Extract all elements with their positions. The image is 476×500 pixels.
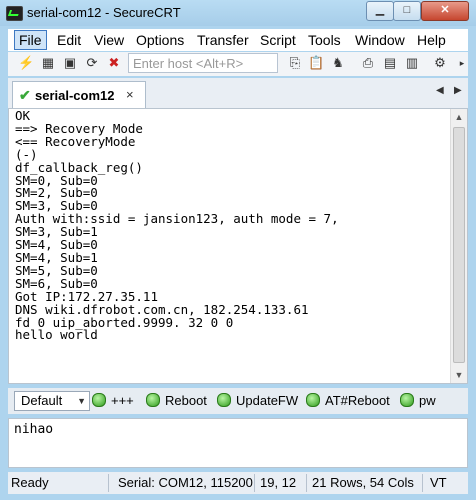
close-button[interactable]: ✕ xyxy=(421,1,469,21)
connect-tab-icon[interactable]: ▣ xyxy=(62,55,78,71)
session-tab-strip: ✔ serial-com12 × ◀ ▶ xyxy=(8,78,468,109)
vertical-scrollbar[interactable]: ▲ ▼ xyxy=(450,109,467,383)
green-dot-icon xyxy=(92,393,106,407)
scroll-up-icon[interactable]: ▲ xyxy=(451,109,467,125)
tab-prev-icon[interactable]: ◀ xyxy=(436,85,444,96)
button-label: UpdateFW xyxy=(236,393,299,408)
menu-options[interactable]: Options xyxy=(132,31,188,49)
scroll-down-icon[interactable]: ▼ xyxy=(451,367,467,383)
status-divider xyxy=(306,474,307,492)
status-divider xyxy=(108,474,109,492)
print-icon[interactable]: ⎙ xyxy=(360,55,376,71)
find-icon[interactable]: ♞ xyxy=(330,55,346,71)
status-serial: Serial: COM12, 115200 xyxy=(118,475,253,490)
button-pw[interactable]: pw xyxy=(400,391,436,411)
button-reboot[interactable]: Reboot xyxy=(146,391,207,411)
menu-transfer[interactable]: Transfer xyxy=(193,31,253,49)
command-window-text: nihao xyxy=(14,422,54,437)
minimize-button[interactable]: ▁ xyxy=(366,1,394,21)
menu-tools[interactable]: Tools xyxy=(304,31,345,49)
command-window[interactable]: nihao xyxy=(8,418,468,468)
green-dot-icon xyxy=(400,393,414,407)
settings-icon[interactable]: ⚙ xyxy=(432,55,448,71)
menu-view[interactable]: View xyxy=(90,31,128,49)
toolbar: ⚡ ▦ ▣ ⟳ ✖ Enter host <Alt+R> ⎘ 📋 ♞ ⎙ ▤ ▥… xyxy=(8,52,468,76)
enter-host-input[interactable]: Enter host <Alt+R> xyxy=(128,53,278,73)
menu-bar: File Edit View Options Transfer Script T… xyxy=(8,29,468,51)
status-divider xyxy=(422,474,423,492)
status-divider xyxy=(254,474,255,492)
tab-label: serial-com12 xyxy=(35,88,115,103)
log-icon[interactable]: ▥ xyxy=(404,55,420,71)
menu-file[interactable]: File xyxy=(14,30,47,50)
securecrt-app-icon xyxy=(6,6,23,21)
window-title: serial-com12 - SecureCRT xyxy=(27,5,181,20)
scrollbar-thumb[interactable] xyxy=(453,127,465,363)
title-bar[interactable]: serial-com12 - SecureCRT ▁ □ ✕ xyxy=(0,0,476,26)
button-bar-select[interactable]: Default ▼ xyxy=(14,391,90,411)
tab-close-icon[interactable]: × xyxy=(126,87,134,102)
button-updatefw[interactable]: UpdateFW xyxy=(217,391,298,411)
menu-help[interactable]: Help xyxy=(413,31,450,49)
button-label: pw xyxy=(419,393,436,408)
button-plusplusplus[interactable]: +++ xyxy=(92,391,134,411)
maximize-button[interactable]: □ xyxy=(393,1,421,21)
copy-icon[interactable]: ⎘ xyxy=(287,55,303,71)
status-size: 21 Rows, 54 Cols xyxy=(312,475,414,490)
disconnect-icon[interactable]: ✖ xyxy=(106,55,122,71)
button-label: AT#Reboot xyxy=(325,393,390,408)
terminal-output[interactable]: OK ==> Recovery Mode <== RecoveryMode (-) df… xyxy=(8,108,468,384)
button-bar-select-value: Default xyxy=(21,393,63,408)
connected-check-icon: ✔ xyxy=(19,87,31,103)
status-ready: Ready xyxy=(11,475,49,490)
status-cursor: 19, 12 xyxy=(260,475,297,490)
connect-icon[interactable]: ⚡ xyxy=(18,55,34,71)
chevron-down-icon: ▼ xyxy=(77,396,86,406)
tab-next-icon[interactable]: ▶ xyxy=(454,85,462,96)
quick-connect-icon[interactable]: ▦ xyxy=(40,55,56,71)
securecrt-window: serial-com12 - SecureCRT ▁ □ ✕ File Edit… xyxy=(0,0,476,500)
button-at-reboot[interactable]: AT#Reboot xyxy=(306,391,390,411)
button-label: +++ xyxy=(111,393,134,408)
toolbar-overflow-icon[interactable]: ▸ xyxy=(454,55,470,71)
button-bar: Default ▼ +++ Reboot UpdateFW AT#Reboot … xyxy=(8,388,468,414)
green-dot-icon xyxy=(217,393,231,407)
terminal-lines: OK ==> Recovery Mode <== RecoveryMode (-) df… xyxy=(15,109,339,343)
button-label: Reboot xyxy=(165,393,207,408)
status-bar: Ready Serial: COM12, 115200 19, 12 21 Ro… xyxy=(8,472,468,494)
status-term: VT xyxy=(430,475,447,490)
paste-icon[interactable]: 📋 xyxy=(308,55,324,71)
green-dot-icon xyxy=(146,393,160,407)
green-dot-icon xyxy=(306,393,320,407)
menu-edit[interactable]: Edit xyxy=(53,31,85,49)
terminal-line: hello world xyxy=(15,327,98,343)
reconnect-icon[interactable]: ⟳ xyxy=(84,55,100,71)
terminal-line: <== RecoveryMode xyxy=(15,133,136,149)
menu-script[interactable]: Script xyxy=(256,31,300,49)
menu-window[interactable]: Window xyxy=(351,31,409,49)
print-screen-icon[interactable]: ▤ xyxy=(382,55,398,71)
tab-serial-com12[interactable]: ✔ serial-com12 × xyxy=(12,81,146,109)
